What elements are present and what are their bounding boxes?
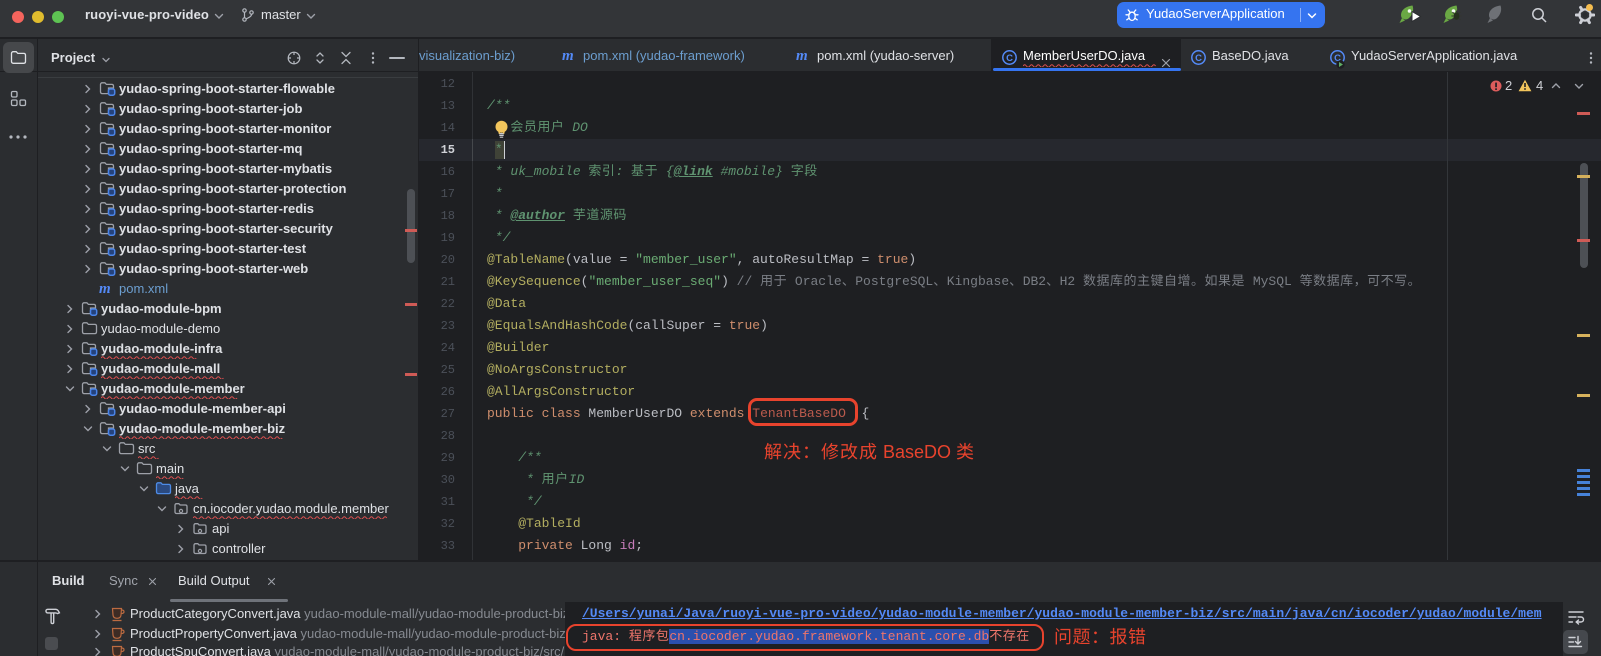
svg-text:C: C <box>1195 53 1202 64</box>
svg-text:C: C <box>1006 53 1013 64</box>
